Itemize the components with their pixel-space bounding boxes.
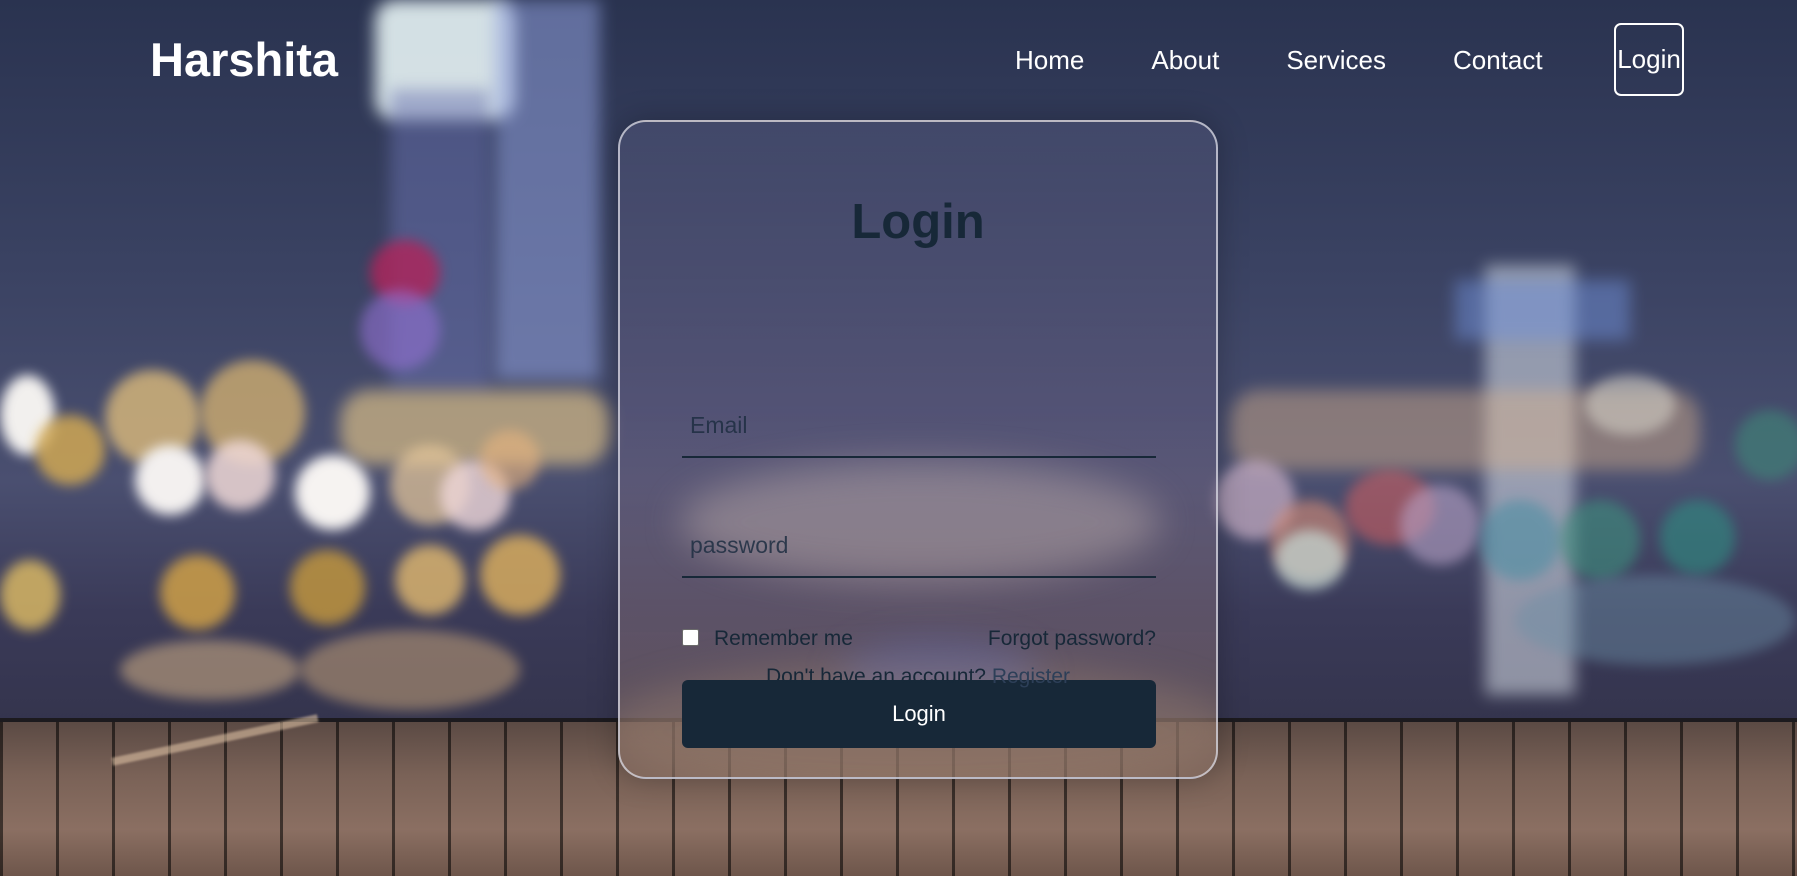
email-input[interactable]	[682, 394, 1156, 456]
remember-me-label: Remember me	[714, 627, 853, 650]
register-link[interactable]: Register	[992, 665, 1070, 688]
nav-link-about[interactable]: About	[1151, 44, 1219, 76]
login-card: Login Remember me Forgot password? Login…	[618, 120, 1218, 779]
navbar: Harshita Home About Services Contact Log…	[0, 0, 1797, 120]
options-row: Remember me Forgot password?	[682, 627, 1156, 657]
remember-me[interactable]: Remember me	[682, 627, 853, 651]
register-prompt: Don't have an account?	[765, 665, 992, 688]
nav-link-contact[interactable]: Contact	[1453, 44, 1543, 76]
login-title: Login	[851, 195, 985, 249]
nav-links: Home About Services Contact	[1015, 44, 1610, 76]
password-input[interactable]	[682, 514, 1156, 576]
login-submit-button[interactable]: Login	[682, 680, 1156, 748]
nav-link-home[interactable]: Home	[1015, 44, 1084, 76]
brand-logo[interactable]: Harshita	[150, 30, 338, 90]
remember-me-checkbox[interactable]	[682, 628, 699, 646]
password-field	[682, 514, 1156, 578]
email-field	[682, 394, 1156, 458]
register-row: Don't have an account? Register	[620, 665, 1216, 689]
login-page: Harshita Home About Services Contact Log…	[0, 0, 1797, 876]
nav-login-button[interactable]: Login	[1614, 23, 1684, 96]
nav-link-services[interactable]: Services	[1286, 44, 1386, 76]
forgot-password-link[interactable]: Forgot password?	[988, 627, 1156, 651]
